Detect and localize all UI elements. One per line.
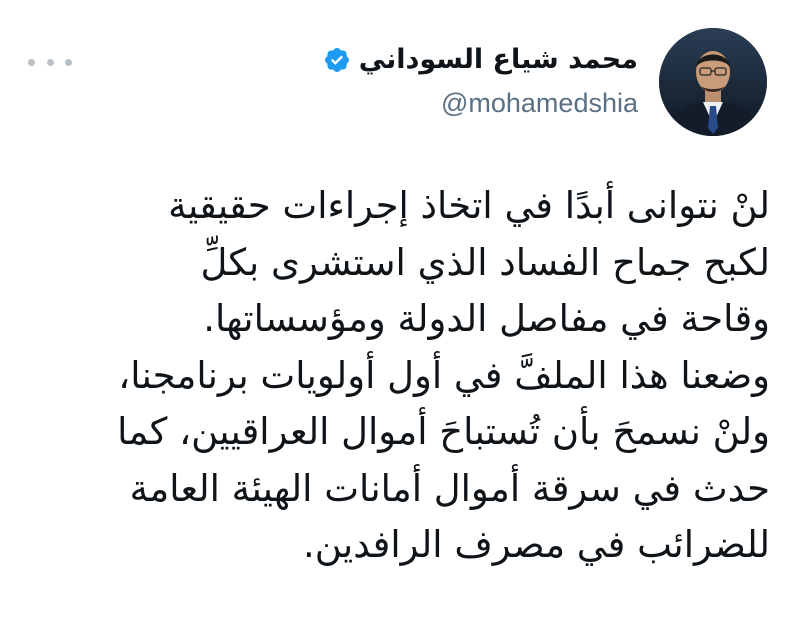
author-handle[interactable]: @mohamedshia xyxy=(441,86,638,120)
more-dot-icon xyxy=(46,58,54,66)
tweet-text-line: ولنْ نسمحَ بأن تُستباحَ أموال العراقيين،… xyxy=(117,410,770,453)
tweet-text-line: وضعنا هذا الملفَّ في أول أولويات برنامجن… xyxy=(118,353,770,397)
tweet-text: لنْ نتوانى أبدًا في اتخاذ إجراءات حقيقية… xyxy=(50,178,770,574)
tweet-card: محمد شياع السوداني @mohamedshia لنْ نتوا… xyxy=(0,0,800,628)
more-dot-icon xyxy=(28,58,35,66)
more-options-button[interactable] xyxy=(28,52,72,72)
avatar-photo xyxy=(659,28,767,136)
tweet-text-line: للضرائب في مصرف الرافدين. xyxy=(303,523,770,566)
author-avatar[interactable] xyxy=(659,28,767,136)
tweet-text-line: حدث في سرقة أموال أمانات الهيئة العامة xyxy=(129,466,770,510)
tweet-text-line: وقاحة في مفاصل الدولة ومؤسساتها. xyxy=(203,297,770,340)
verified-badge-icon xyxy=(323,46,351,74)
author-name-row[interactable]: محمد شياع السوداني xyxy=(323,42,638,78)
more-dot-icon xyxy=(65,58,72,66)
tweet-text-line: لنْ نتوانى أبدًا في اتخاذ إجراءات حقيقية xyxy=(168,184,770,227)
author-display-name[interactable]: محمد شياع السوداني xyxy=(359,42,638,78)
tweet-text-line: لكبح جماح الفساد الذي استشرى بكلِّ xyxy=(200,240,770,284)
